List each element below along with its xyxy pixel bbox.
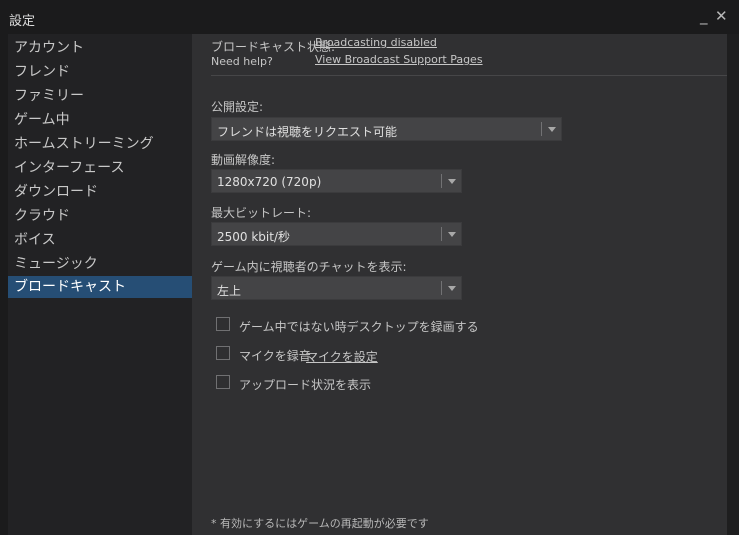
sidebar-item-family[interactable]: ファミリー [8, 85, 192, 107]
chevron-down-icon [548, 127, 556, 132]
chevron-down-icon [448, 232, 456, 237]
record-mic-label[interactable]: マイクを録音 [239, 347, 311, 364]
window-title: 設定 [9, 14, 36, 29]
bitrate-label: 最大ビットレート: [211, 206, 312, 220]
resolution-dropdown[interactable]: 1280x720 (720p) [211, 169, 462, 193]
sidebar-item-account[interactable]: アカウント [8, 37, 192, 59]
sidebar-item-home-streaming[interactable]: ホームストリーミング [8, 133, 192, 155]
chevron-down-icon [448, 179, 456, 184]
privacy-label: 公開設定: [211, 100, 264, 114]
record-mic-checkbox[interactable] [216, 346, 230, 360]
bitrate-dropdown[interactable]: 2500 kbit/秒 [211, 222, 462, 246]
sidebar-item-downloads[interactable]: ダウンロード [8, 181, 192, 203]
close-button[interactable]: ✕ [715, 8, 728, 24]
upload-status-checkbox[interactable] [216, 375, 230, 389]
dropdown-separator [441, 227, 442, 241]
broadcast-status-link[interactable]: Broadcasting disabled [315, 36, 437, 49]
viewer-chat-dropdown[interactable]: 左上 [211, 276, 462, 300]
support-pages-link[interactable]: View Broadcast Support Pages [315, 53, 483, 66]
record-desktop-label[interactable]: ゲーム中ではない時デスクトップを録画する [239, 318, 479, 335]
settings-sidebar: アカウント フレンド ファミリー ゲーム中 ホームストリーミング インターフェー… [8, 34, 192, 535]
resolution-label: 動画解像度: [211, 153, 276, 167]
record-desktop-checkbox[interactable] [216, 317, 230, 331]
resolution-value: 1280x720 (720p) [217, 175, 322, 189]
title-bar: 設定 _ ✕ [0, 0, 739, 34]
sidebar-item-interface[interactable]: インターフェース [8, 157, 192, 179]
viewer-chat-label: ゲーム内に視聴者のチャットを表示: [211, 260, 407, 274]
sidebar-item-friends[interactable]: フレンド [8, 61, 192, 83]
privacy-dropdown[interactable]: フレンドは視聴をリクエスト可能 [211, 117, 562, 141]
section-divider [211, 75, 727, 76]
sidebar-item-in-game[interactable]: ゲーム中 [8, 109, 192, 131]
sidebar-item-voice[interactable]: ボイス [8, 229, 192, 251]
bitrate-value: 2500 kbit/秒 [217, 230, 291, 244]
viewer-chat-value: 左上 [217, 284, 242, 298]
minimize-button[interactable]: _ [700, 8, 708, 24]
restart-footnote: * 有効にするにはゲームの再起動が必要です [211, 517, 429, 530]
configure-mic-link[interactable]: マイクを設定 [306, 348, 378, 365]
dropdown-separator [441, 281, 442, 295]
upload-status-label[interactable]: アップロード状況を表示 [239, 376, 371, 393]
scrollbar-track[interactable] [727, 34, 739, 535]
sidebar-item-cloud[interactable]: クラウド [8, 205, 192, 227]
sidebar-item-broadcasting[interactable]: ブロードキャスト [8, 276, 192, 298]
privacy-value: フレンドは視聴をリクエスト可能 [217, 125, 398, 139]
help-label: Need help? [211, 55, 273, 68]
dropdown-separator [441, 174, 442, 188]
dropdown-separator [541, 122, 542, 136]
sidebar-item-music[interactable]: ミュージック [8, 253, 192, 275]
chevron-down-icon [448, 286, 456, 291]
